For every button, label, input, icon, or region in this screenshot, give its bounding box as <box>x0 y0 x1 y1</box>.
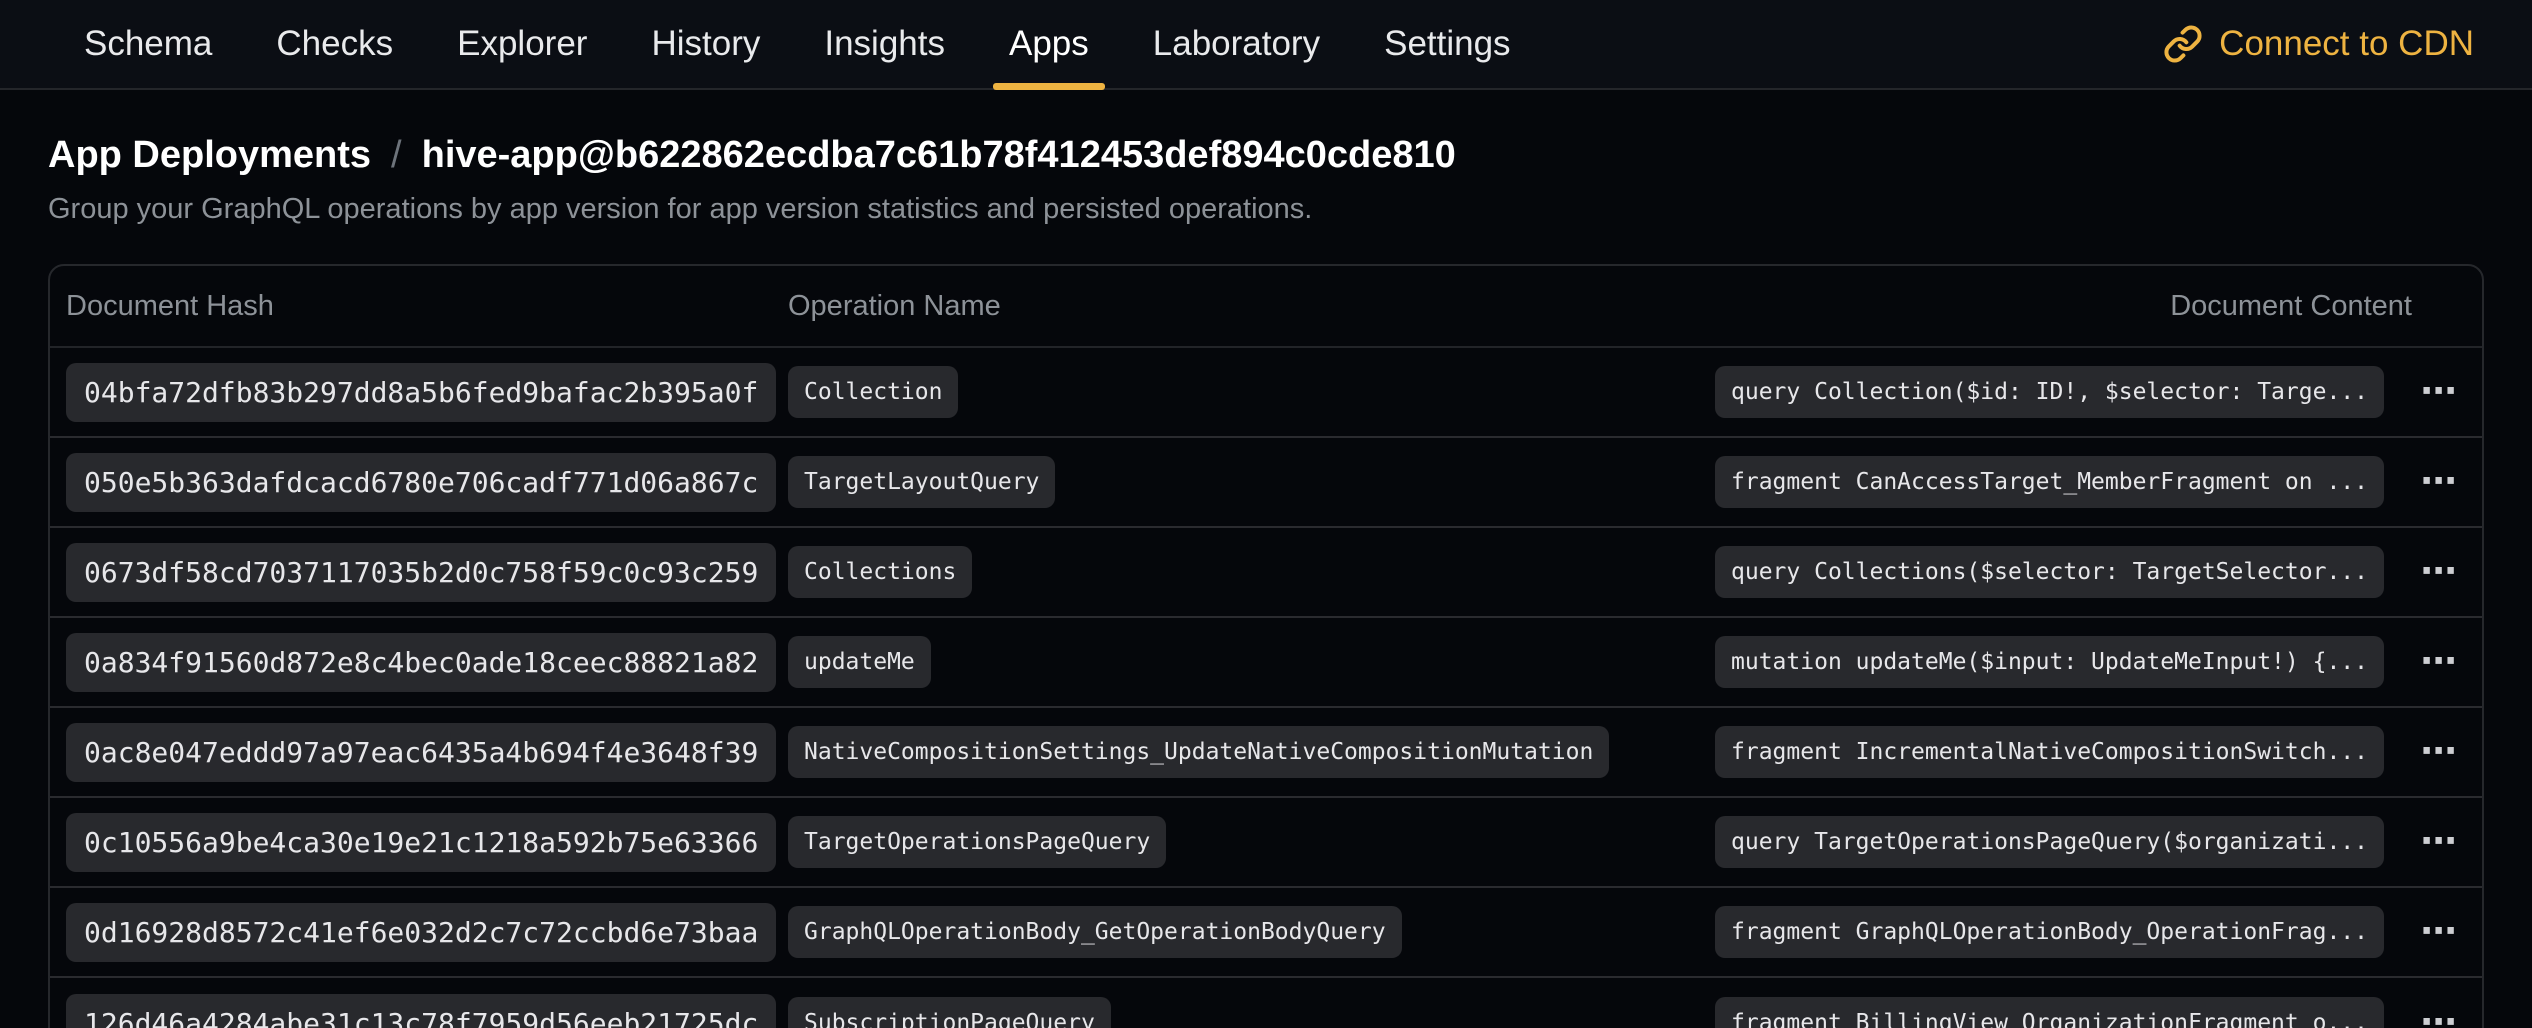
document-hash: 0d16928d8572c41ef6e032d2c7c72ccbd6e73baa <box>66 903 776 962</box>
tab-apps[interactable]: Apps <box>983 0 1115 88</box>
breadcrumb-separator: / <box>391 134 402 177</box>
operation-name: updateMe <box>788 636 931 688</box>
page-subtitle: Group your GraphQL operations by app ver… <box>48 193 2484 226</box>
column-header-document-content: Document Content <box>2170 290 2468 323</box>
connect-to-cdn-label: Connect to CDN <box>2219 24 2474 64</box>
table-row: 0c10556a9be4ca30e19e21c1218a592b75e63366… <box>50 798 2482 888</box>
document-content: fragment BillingView_OrganizationFragmen… <box>1715 997 2384 1028</box>
row-menu-button[interactable]: ⋯ <box>2412 1005 2468 1028</box>
tab-checks[interactable]: Checks <box>250 0 419 88</box>
tab-explorer[interactable]: Explorer <box>431 0 613 88</box>
document-hash: 126d46a4284abe31c13c78f7959d56eeb21725dc <box>66 994 776 1028</box>
row-menu-button[interactable]: ⋯ <box>2412 644 2468 680</box>
document-content: query TargetOperationsPageQuery($organiz… <box>1715 816 2384 868</box>
deployments-table: Document Hash Operation Name Document Co… <box>48 264 2484 1028</box>
operation-name: SubscriptionPageQuery <box>788 997 1111 1028</box>
document-hash: 0c10556a9be4ca30e19e21c1218a592b75e63366 <box>66 813 776 872</box>
operation-name: TargetLayoutQuery <box>788 456 1055 508</box>
link-icon <box>2163 24 2203 64</box>
document-content: query Collections($selector: TargetSelec… <box>1715 546 2384 598</box>
connect-to-cdn-button[interactable]: Connect to CDN <box>2163 0 2474 88</box>
document-content: fragment CanAccessTarget_MemberFragment … <box>1715 456 2384 508</box>
table-row: 0ac8e047eddd97a97eac6435a4b694f4e3648f39… <box>50 708 2482 798</box>
table-row: 126d46a4284abe31c13c78f7959d56eeb21725dc… <box>50 978 2482 1028</box>
row-menu-button[interactable]: ⋯ <box>2412 464 2468 500</box>
operation-name: Collection <box>788 366 958 418</box>
table-row: 050e5b363dafdcacd6780e706cadf771d06a867c… <box>50 438 2482 528</box>
row-menu-button[interactable]: ⋯ <box>2412 824 2468 860</box>
document-content: fragment GraphQLOperationBody_OperationF… <box>1715 906 2384 958</box>
tab-schema[interactable]: Schema <box>58 0 238 88</box>
table-row: 0a834f91560d872e8c4bec0ade18ceec88821a82… <box>50 618 2482 708</box>
column-header-operation-name: Operation Name <box>788 290 2170 323</box>
table-header-row: Document Hash Operation Name Document Co… <box>50 266 2482 348</box>
document-content: mutation updateMe($input: UpdateMeInput!… <box>1715 636 2384 688</box>
document-hash: 04bfa72dfb83b297dd8a5b6fed9bafac2b395a0f <box>66 363 776 422</box>
table-row: 0673df58cd7037117035b2d0c758f59c0c93c259… <box>50 528 2482 618</box>
breadcrumb-app-version: hive-app@b622862ecdba7c61b78f412453def89… <box>422 134 1456 177</box>
tab-history[interactable]: History <box>625 0 786 88</box>
tab-insights[interactable]: Insights <box>798 0 971 88</box>
column-header-document-hash: Document Hash <box>66 290 788 323</box>
table-row: 04bfa72dfb83b297dd8a5b6fed9bafac2b395a0f… <box>50 348 2482 438</box>
table-row: 0d16928d8572c41ef6e032d2c7c72ccbd6e73baa… <box>50 888 2482 978</box>
tab-laboratory[interactable]: Laboratory <box>1127 0 1346 88</box>
document-hash: 050e5b363dafdcacd6780e706cadf771d06a867c <box>66 453 776 512</box>
document-content: fragment IncrementalNativeCompositionSwi… <box>1715 726 2384 778</box>
operation-name: Collections <box>788 546 972 598</box>
document-hash: 0673df58cd7037117035b2d0c758f59c0c93c259 <box>66 543 776 602</box>
breadcrumb: App Deployments / hive-app@b622862ecdba7… <box>48 134 2484 177</box>
page-header: App Deployments / hive-app@b622862ecdba7… <box>0 90 2532 226</box>
row-menu-button[interactable]: ⋯ <box>2412 374 2468 410</box>
operation-name: NativeCompositionSettings_UpdateNativeCo… <box>788 726 1609 778</box>
nav-tabs: Schema Checks Explorer History Insights … <box>58 0 1549 88</box>
document-content: query Collection($id: ID!, $selector: Ta… <box>1715 366 2384 418</box>
document-hash: 0a834f91560d872e8c4bec0ade18ceec88821a82 <box>66 633 776 692</box>
row-menu-button[interactable]: ⋯ <box>2412 734 2468 770</box>
top-nav: Schema Checks Explorer History Insights … <box>0 0 2532 90</box>
breadcrumb-app-deployments[interactable]: App Deployments <box>48 134 371 177</box>
operation-name: TargetOperationsPageQuery <box>788 816 1166 868</box>
row-menu-button[interactable]: ⋯ <box>2412 554 2468 590</box>
operation-name: GraphQLOperationBody_GetOperationBodyQue… <box>788 906 1402 958</box>
row-menu-button[interactable]: ⋯ <box>2412 914 2468 950</box>
tab-settings[interactable]: Settings <box>1358 0 1536 88</box>
document-hash: 0ac8e047eddd97a97eac6435a4b694f4e3648f39 <box>66 723 776 782</box>
